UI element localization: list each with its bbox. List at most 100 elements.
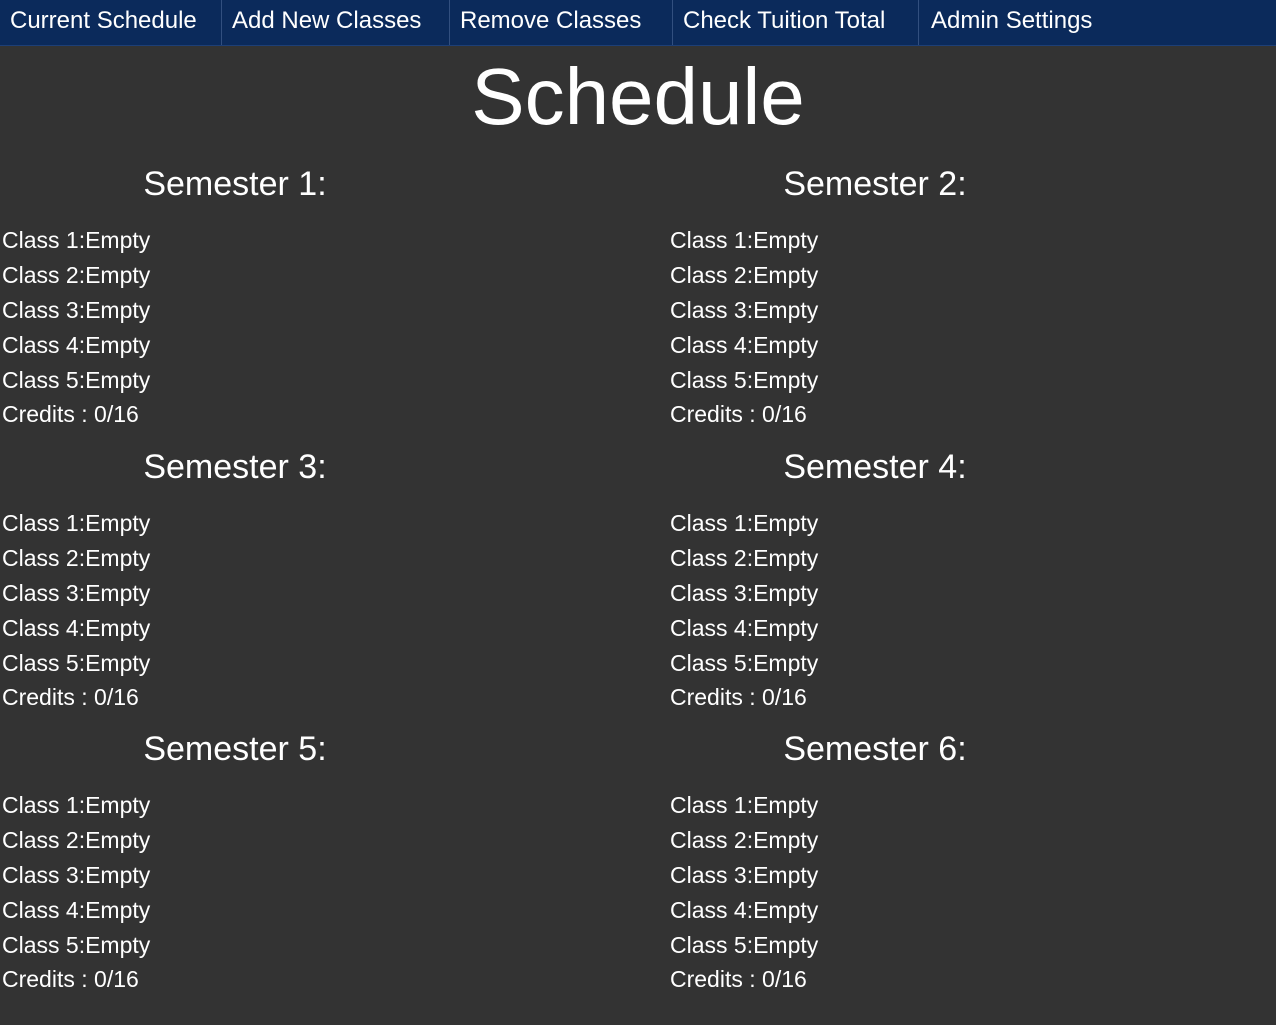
class-value: Empty [753, 262, 819, 288]
class-label: Class 4: [670, 332, 754, 358]
class-label: Class 5: [670, 932, 754, 958]
credits-value: 0/16 [762, 684, 807, 710]
class-label: Class 2: [670, 827, 754, 853]
class-label: Class 5: [2, 932, 86, 958]
class-value: Empty [753, 650, 819, 676]
class-row: Class 3:Empty [2, 860, 150, 890]
nav-current-schedule[interactable]: Current Schedule [0, 0, 222, 45]
class-label: Class 5: [670, 650, 754, 676]
class-value: Empty [85, 367, 151, 393]
credits-label: Credits : [670, 684, 763, 710]
class-row: Class 5:Empty [670, 648, 818, 678]
class-label: Class 1: [2, 510, 86, 536]
class-label: Class 3: [670, 862, 754, 888]
class-value: Empty [753, 510, 819, 536]
nav-remove-classes[interactable]: Remove Classes [450, 0, 673, 45]
credits-row: Credits : 0/16 [670, 399, 807, 429]
class-value: Empty [753, 897, 819, 923]
nav-check-tuition-total[interactable]: Check Tuition Total [673, 0, 919, 45]
class-row: Class 2:Empty [670, 260, 818, 290]
class-label: Class 4: [670, 897, 754, 923]
semester-title: Semester 4: [783, 448, 967, 486]
class-row: Class 4:Empty [2, 895, 150, 925]
class-label: Class 4: [670, 615, 754, 641]
class-label: Class 2: [670, 262, 754, 288]
class-label: Class 1: [2, 227, 86, 253]
class-value: Empty [753, 545, 819, 571]
class-label: Class 2: [2, 827, 86, 853]
class-value: Empty [753, 827, 819, 853]
semester-title: Semester 5: [143, 730, 327, 768]
class-value: Empty [85, 650, 151, 676]
credits-value: 0/16 [94, 966, 139, 992]
class-label: Class 1: [670, 227, 754, 253]
class-row: Class 4:Empty [2, 330, 150, 360]
class-row: Class 5:Empty [2, 365, 150, 395]
class-value: Empty [753, 227, 819, 253]
class-row: Class 2:Empty [2, 260, 150, 290]
class-label: Class 5: [2, 367, 86, 393]
class-row: Class 1:Empty [2, 508, 150, 538]
class-value: Empty [85, 510, 151, 536]
class-value: Empty [753, 580, 819, 606]
class-label: Class 4: [2, 332, 86, 358]
class-row: Class 3:Empty [670, 860, 818, 890]
class-value: Empty [85, 580, 151, 606]
class-value: Empty [85, 862, 151, 888]
class-label: Class 4: [2, 615, 86, 641]
class-value: Empty [85, 932, 151, 958]
class-row: Class 2:Empty [670, 543, 818, 573]
class-value: Empty [85, 262, 151, 288]
class-value: Empty [85, 897, 151, 923]
class-label: Class 3: [2, 862, 86, 888]
nav-add-new-classes[interactable]: Add New Classes [222, 0, 450, 45]
class-row: Class 3:Empty [670, 295, 818, 325]
top-nav-bar: Current Schedule Add New Classes Remove … [0, 0, 1276, 46]
class-row: Class 1:Empty [670, 790, 818, 820]
class-label: Class 4: [2, 897, 86, 923]
credits-row: Credits : 0/16 [2, 682, 139, 712]
nav-admin-settings[interactable]: Admin Settings [921, 0, 1121, 45]
class-row: Class 5:Empty [670, 365, 818, 395]
credits-row: Credits : 0/16 [2, 399, 139, 429]
credits-value: 0/16 [762, 401, 807, 427]
semester-title: Semester 3: [143, 448, 327, 486]
class-label: Class 1: [670, 792, 754, 818]
semester-title: Semester 1: [143, 165, 327, 203]
class-value: Empty [85, 615, 151, 641]
class-row: Class 4:Empty [670, 330, 818, 360]
credits-value: 0/16 [94, 684, 139, 710]
class-value: Empty [753, 932, 819, 958]
class-value: Empty [85, 332, 151, 358]
credits-label: Credits : [670, 401, 763, 427]
credits-value: 0/16 [762, 966, 807, 992]
class-value: Empty [753, 862, 819, 888]
class-row: Class 3:Empty [2, 578, 150, 608]
class-label: Class 1: [670, 510, 754, 536]
class-label: Class 3: [2, 580, 86, 606]
class-row: Class 1:Empty [670, 508, 818, 538]
credits-label: Credits : [670, 966, 763, 992]
class-row: Class 4:Empty [2, 613, 150, 643]
class-value: Empty [753, 297, 819, 323]
class-row: Class 5:Empty [670, 930, 818, 960]
class-row: Class 2:Empty [2, 825, 150, 855]
class-row: Class 1:Empty [670, 225, 818, 255]
credits-label: Credits : [2, 966, 95, 992]
class-row: Class 3:Empty [2, 295, 150, 325]
class-label: Class 2: [2, 545, 86, 571]
class-label: Class 2: [2, 262, 86, 288]
class-value: Empty [85, 827, 151, 853]
credits-label: Credits : [2, 401, 95, 427]
class-row: Class 5:Empty [2, 648, 150, 678]
credits-label: Credits : [2, 684, 95, 710]
credits-value: 0/16 [94, 401, 139, 427]
class-row: Class 4:Empty [670, 895, 818, 925]
class-value: Empty [85, 545, 151, 571]
semester-title: Semester 2: [783, 165, 967, 203]
class-value: Empty [85, 227, 151, 253]
credits-row: Credits : 0/16 [2, 964, 139, 994]
class-row: Class 5:Empty [2, 930, 150, 960]
credits-row: Credits : 0/16 [670, 682, 807, 712]
class-row: Class 1:Empty [2, 790, 150, 820]
